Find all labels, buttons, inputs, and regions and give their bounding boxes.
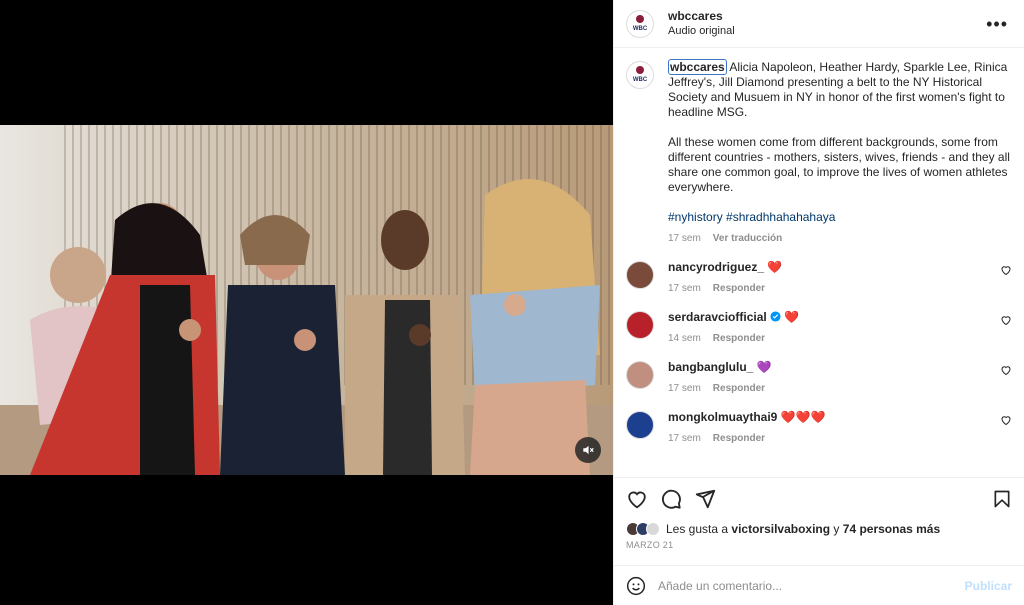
avatar[interactable]: WBC — [626, 9, 654, 38]
avatar[interactable] — [626, 311, 654, 339]
translate-link[interactable]: Ver traducción — [713, 231, 782, 246]
caption-body: wbccares Alicia Napoleon, Heather Hardy,… — [668, 59, 1012, 246]
audio-label[interactable]: Audio original — [668, 24, 735, 39]
avatar[interactable] — [626, 261, 654, 289]
comment-body: serdaravciofficial ❤️ 14 sem Responder — [668, 310, 992, 346]
heart-icon[interactable] — [1000, 364, 1012, 376]
comment-row: serdaravciofficial ❤️ 14 sem Responder — [626, 310, 1012, 346]
comment-time[interactable]: 17 sem — [668, 281, 701, 296]
more-horizontal-icon: ••• — [986, 13, 1008, 34]
send-icon[interactable] — [694, 488, 716, 510]
comment-text: nancyrodriguez_ ❤️ — [668, 260, 992, 275]
caption-paragraph-2: All these women come from different back… — [668, 135, 1010, 194]
heart-icon[interactable] — [1000, 314, 1012, 326]
comment-form: Publicar — [614, 565, 1024, 605]
caption-text: wbccares Alicia Napoleon, Heather Hardy,… — [668, 59, 1012, 120]
comment-row: mongkolmuaythai9 ❤️❤️❤️ 17 sem Responder — [626, 410, 1012, 446]
verified-badge-icon — [770, 311, 781, 322]
caption-username[interactable]: wbccares — [668, 59, 727, 75]
reply-link[interactable]: Responder — [713, 281, 765, 296]
comment-username[interactable]: nancyrodriguez_ — [668, 260, 764, 274]
avatar[interactable] — [626, 411, 654, 439]
post-header: WBC wbccares Audio original ••• — [614, 0, 1024, 48]
heart-icon[interactable] — [1000, 264, 1012, 276]
comment-text: bangbanglulu_ 💜 — [668, 360, 992, 375]
action-bar: Les gusta a victorsilvaboxing y 74 perso… — [614, 477, 1024, 565]
more-options-button[interactable]: ••• — [982, 15, 1012, 33]
comment-meta: 17 sem Responder — [668, 281, 992, 296]
reply-link[interactable]: Responder — [713, 331, 765, 346]
post-date[interactable]: MARZO 21 — [626, 540, 1012, 550]
comment-text: serdaravciofficial ❤️ — [668, 310, 992, 325]
comment-meta: 14 sem Responder — [668, 331, 992, 346]
comment-row: nancyrodriguez_ ❤️ 17 sem Responder — [626, 260, 1012, 296]
comment-username[interactable]: mongkolmuaythai9 — [668, 410, 777, 424]
comment-content: 💜 — [756, 360, 772, 374]
reply-link[interactable]: Responder — [713, 381, 765, 396]
header-username[interactable]: wbccares — [668, 9, 735, 24]
caption-meta: 17 sem Ver traducción — [668, 231, 1012, 246]
likes-prefix: Les gusta a — [666, 522, 732, 536]
post-button[interactable]: Publicar — [965, 579, 1012, 593]
comment-icon[interactable] — [660, 488, 682, 510]
post-viewer: WBC wbccares Audio original ••• WBC wbcc… — [0, 0, 1024, 605]
media-area — [0, 0, 613, 605]
likes-others-link[interactable]: 74 personas más — [843, 522, 940, 536]
wbc-logo-icon: WBC — [633, 14, 648, 32]
hashtags[interactable]: #nyhistory #shradhhahahahaya — [668, 210, 1012, 225]
bookmark-icon[interactable] — [992, 488, 1012, 510]
liker-username[interactable]: victorsilvaboxing — [731, 522, 830, 536]
avatar — [646, 522, 660, 536]
reply-link[interactable]: Responder — [713, 431, 765, 446]
mute-button[interactable] — [575, 437, 601, 463]
emoji-icon[interactable] — [626, 576, 646, 596]
comment-time[interactable]: 17 sem — [668, 381, 701, 396]
comment-input[interactable] — [658, 578, 965, 593]
liker-avatars — [626, 522, 660, 536]
likes-mid: y — [830, 522, 843, 536]
comment-meta: 17 sem Responder — [668, 431, 992, 446]
comment-content: ❤️❤️❤️ — [780, 410, 826, 424]
comment-body: mongkolmuaythai9 ❤️❤️❤️ 17 sem Responder — [668, 410, 992, 446]
caption-time[interactable]: 17 sem — [668, 231, 701, 246]
post-panel: WBC wbccares Audio original ••• WBC wbcc… — [613, 0, 1024, 605]
action-icons — [626, 486, 1012, 512]
heart-icon[interactable] — [626, 488, 648, 510]
comment-row: bangbanglulu_ 💜 17 sem Responder — [626, 360, 1012, 396]
comment-time[interactable]: 17 sem — [668, 431, 701, 446]
comment-username[interactable]: bangbanglulu_ — [668, 360, 753, 374]
likes-summary: Les gusta a victorsilvaboxing y 74 perso… — [626, 522, 1012, 536]
wbc-logo-icon: WBC — [633, 66, 648, 83]
comment-body: bangbanglulu_ 💜 17 sem Responder — [668, 360, 992, 396]
comment-username[interactable]: serdaravciofficial — [668, 310, 767, 324]
comments-section[interactable]: WBC wbccares Alicia Napoleon, Heather Ha… — [614, 48, 1024, 477]
header-names: wbccares Audio original — [668, 9, 735, 39]
video-frame — [0, 125, 613, 475]
svg-text:WBC: WBC — [633, 26, 648, 32]
svg-text:WBC: WBC — [633, 77, 648, 83]
comment-meta: 17 sem Responder — [668, 381, 992, 396]
comment-content: ❤️ — [767, 260, 783, 274]
comment-content: ❤️ — [784, 310, 800, 324]
comment-body: nancyrodriguez_ ❤️ 17 sem Responder — [668, 260, 992, 296]
comment-text: mongkolmuaythai9 ❤️❤️❤️ — [668, 410, 992, 425]
comment-time[interactable]: 14 sem — [668, 331, 701, 346]
avatar[interactable] — [626, 361, 654, 389]
video-player[interactable] — [0, 125, 613, 475]
avatar[interactable]: WBC — [626, 61, 654, 89]
heart-icon[interactable] — [1000, 414, 1012, 426]
caption: WBC wbccares Alicia Napoleon, Heather Ha… — [626, 59, 1012, 246]
speaker-muted-icon — [583, 445, 594, 455]
